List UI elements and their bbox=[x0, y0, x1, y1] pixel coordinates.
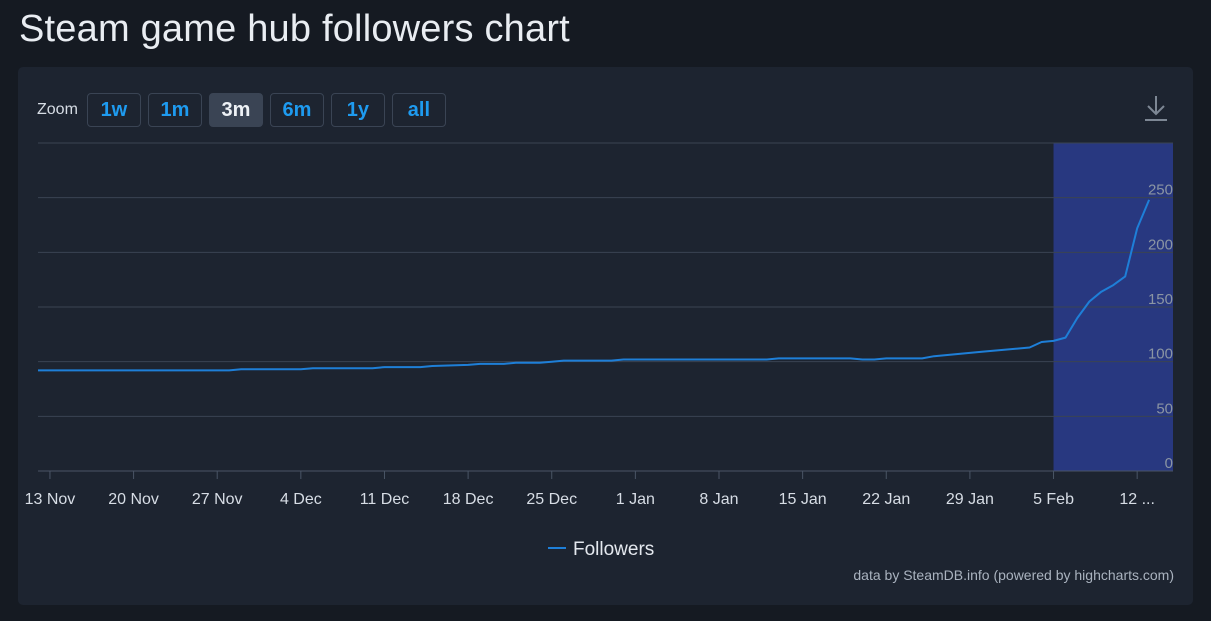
followers-line-chart: 0 50 100 150 200 250 13 Nov 20 Nov 27 Nov 4 Dec 11… bbox=[25, 142, 1173, 560]
series-followers-line bbox=[38, 199, 1151, 372]
x-tick-label: 25 Dec bbox=[526, 491, 577, 508]
x-tick-label: 18 Dec bbox=[443, 491, 494, 508]
chart-card: Zoom 1w 1m 3m 6m 1y all 0 50 100 150 200 250 1… bbox=[18, 67, 1193, 605]
x-tick-label: 27 Nov bbox=[192, 491, 243, 508]
x-tick-label: 11 Dec bbox=[360, 491, 410, 508]
x-tick-label: 13 Nov bbox=[25, 491, 76, 508]
x-tick-label: 20 Nov bbox=[108, 491, 159, 508]
y-tick-label: 100 bbox=[1148, 346, 1173, 363]
x-tick-label: 1 Jan bbox=[616, 491, 655, 508]
x-tick-label: 29 Jan bbox=[946, 491, 994, 508]
credits-link[interactable]: data by SteamDB.info (powered by highcha… bbox=[853, 567, 1174, 583]
x-tick-label: 4 Dec bbox=[280, 491, 322, 508]
x-tick-label: 15 Jan bbox=[779, 491, 827, 508]
y-tick-label: 150 bbox=[1148, 291, 1173, 308]
y-tick-label: 0 bbox=[1165, 455, 1173, 472]
page-title: Steam game hub followers chart bbox=[19, 8, 570, 50]
x-tick-label: 12 ... bbox=[1119, 491, 1155, 508]
x-tick-label: 22 Jan bbox=[862, 491, 910, 508]
y-tick-label: 200 bbox=[1148, 236, 1173, 253]
legend-item-followers[interactable]: Followers bbox=[573, 539, 654, 560]
x-tick-label: 8 Jan bbox=[699, 491, 738, 508]
y-tick-label: 50 bbox=[1156, 400, 1173, 417]
x-tick-label: 5 Feb bbox=[1033, 491, 1074, 508]
y-tick-label: 250 bbox=[1148, 182, 1173, 199]
